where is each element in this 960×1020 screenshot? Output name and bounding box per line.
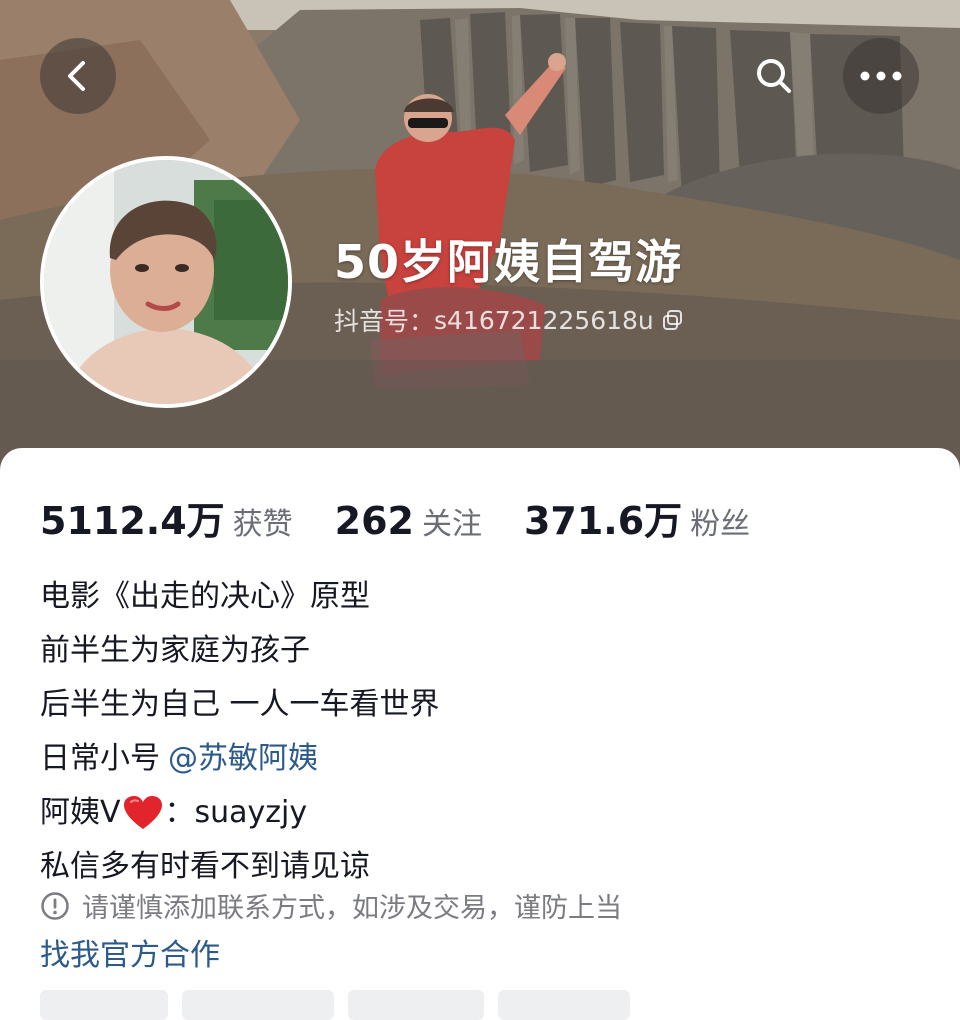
bio-line-5: 阿姨V ：suayzjy — [40, 786, 440, 840]
profile-tag[interactable] — [498, 990, 630, 1020]
profile-nickname: 50岁阿姨自驾游 — [334, 235, 683, 289]
info-circle-icon — [40, 891, 70, 921]
bio-line-3: 后半生为自己 一人一车看世界 — [40, 687, 440, 722]
stat-followers-value: 371.6万 — [523, 499, 683, 543]
stat-likes[interactable]: 5112.4万 获赞 — [40, 490, 293, 545]
stat-following-label: 关注 — [421, 507, 482, 542]
profile-tag[interactable] — [182, 990, 334, 1020]
douyin-id[interactable]: 抖音号： s416721225618u — [334, 302, 684, 338]
avatar[interactable] — [40, 156, 292, 408]
profile-cover: 50岁阿姨自驾游 抖音号： s416721225618u — [0, 0, 960, 480]
profile-tags-row — [40, 990, 644, 1020]
bio-line-5-suffix: ：suayzjy — [164, 795, 308, 830]
stat-following[interactable]: 262 关注 — [335, 499, 482, 543]
stat-likes-label: 获赞 — [232, 507, 293, 542]
more-horizontal-icon — [860, 71, 902, 81]
bio-line-4: 日常小号 @苏敏阿姨 — [40, 732, 440, 786]
stat-likes-value: 5112.4万 — [40, 499, 225, 543]
chevron-left-icon — [68, 61, 85, 91]
stat-followers[interactable]: 371.6万 粉丝 — [524, 490, 750, 545]
douyin-id-label: 抖音号： — [334, 307, 435, 336]
official-cooperation-link[interactable]: 找我官方合作 — [40, 930, 220, 974]
heart-icon — [123, 795, 163, 831]
copy-icon[interactable] — [662, 309, 684, 331]
profile-bio: 电影《出走的决心》原型 前半生为家庭为孩子 后半生为自己 一人一车看世界 日常小… — [40, 570, 440, 894]
mention-link[interactable]: @苏敏阿姨 — [168, 732, 318, 786]
safety-notice: 请谨慎添加联系方式，如涉及交易，谨防上当 — [40, 886, 622, 925]
profile-stats: 5112.4万 获赞 262 关注 371.6万 粉丝 — [40, 490, 792, 545]
search-button[interactable] — [736, 38, 812, 114]
avatar-photo — [44, 160, 288, 404]
back-button[interactable] — [40, 38, 116, 114]
bio-line-4-prefix: 日常小号 — [40, 741, 160, 776]
bio-line-5-prefix: 阿姨V — [40, 795, 121, 830]
stat-followers-label: 粉丝 — [690, 507, 751, 542]
search-icon — [757, 59, 791, 93]
more-button[interactable] — [843, 38, 919, 114]
profile-tag[interactable] — [40, 990, 168, 1020]
safety-notice-text: 请谨慎添加联系方式，如涉及交易，谨防上当 — [82, 893, 622, 924]
profile-tag[interactable] — [348, 990, 484, 1020]
douyin-id-value: s416721225618u — [434, 305, 654, 335]
stat-following-value: 262 — [334, 499, 414, 543]
bio-line-1: 电影《出走的决心》原型 — [40, 579, 370, 614]
bio-line-2: 前半生为家庭为孩子 — [40, 633, 310, 668]
